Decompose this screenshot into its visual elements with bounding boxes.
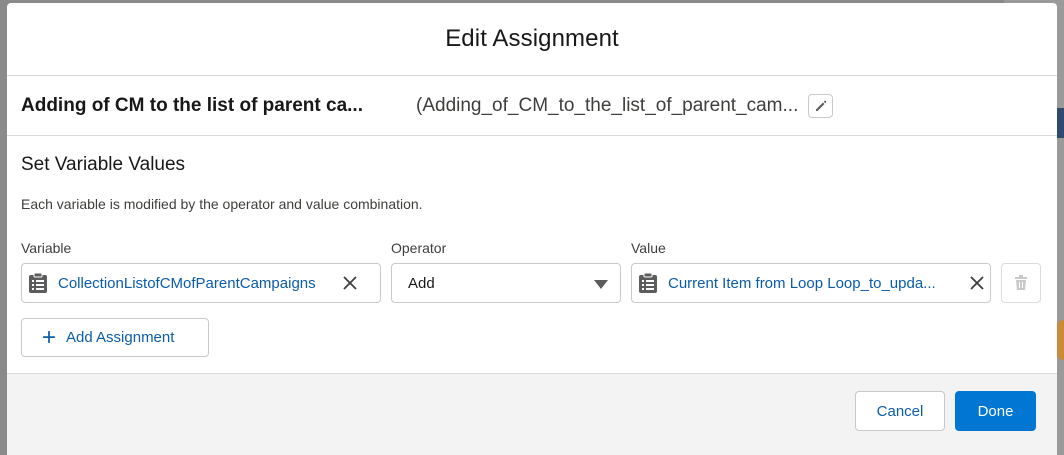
edit-label-button[interactable] xyxy=(808,93,833,118)
modal-title: Edit Assignment xyxy=(445,25,619,52)
variable-value[interactable]: CollectionListofCMofParentCampaigns xyxy=(58,275,333,292)
delete-assignment-button[interactable] xyxy=(1001,263,1041,303)
set-variable-values-section: Set Variable Values Each variable is mod… xyxy=(7,136,1057,212)
chevron-down-icon xyxy=(594,280,608,289)
done-button[interactable]: Done xyxy=(955,391,1036,431)
plus-icon: + xyxy=(42,323,57,351)
modal-footer: Cancel Done xyxy=(7,373,1057,455)
close-icon[interactable] xyxy=(968,274,986,292)
value-column-label: Value xyxy=(631,240,666,256)
section-title: Set Variable Values xyxy=(21,154,186,175)
close-icon[interactable] xyxy=(341,274,359,292)
add-assignment-button[interactable]: + Add Assignment xyxy=(21,318,209,357)
variable-field[interactable]: CollectionListofCMofParentCampaigns xyxy=(21,263,381,303)
element-api-name: (Adding_of_CM_to_the_list_of_parent_cam.… xyxy=(416,94,799,116)
add-assignment-label: Add Assignment xyxy=(66,329,175,346)
section-description: Each variable is modified by the operato… xyxy=(21,196,423,212)
background-strip xyxy=(1056,108,1064,138)
edit-assignment-modal: Edit Assignment Adding of CM to the list… xyxy=(7,3,1057,455)
value-field[interactable]: Current Item from Loop Loop_to_upda... xyxy=(631,263,991,303)
element-label: Adding of CM to the list of parent ca... xyxy=(21,94,363,116)
cancel-button[interactable]: Cancel xyxy=(855,391,945,431)
pencil-icon xyxy=(815,100,826,111)
operator-select[interactable]: Add xyxy=(391,263,621,303)
clipboard-icon xyxy=(638,272,658,294)
value-value[interactable]: Current Item from Loop Loop_to_upda... xyxy=(668,275,960,292)
trash-icon xyxy=(1015,275,1027,290)
clipboard-icon xyxy=(28,272,48,294)
modal-header: Edit Assignment xyxy=(7,3,1057,76)
variable-column-label: Variable xyxy=(21,240,72,256)
operator-value: Add xyxy=(408,274,435,292)
element-label-row: Adding of CM to the list of parent ca...… xyxy=(7,76,1057,136)
background-badge xyxy=(1056,320,1064,360)
operator-column-label: Operator xyxy=(391,240,447,256)
